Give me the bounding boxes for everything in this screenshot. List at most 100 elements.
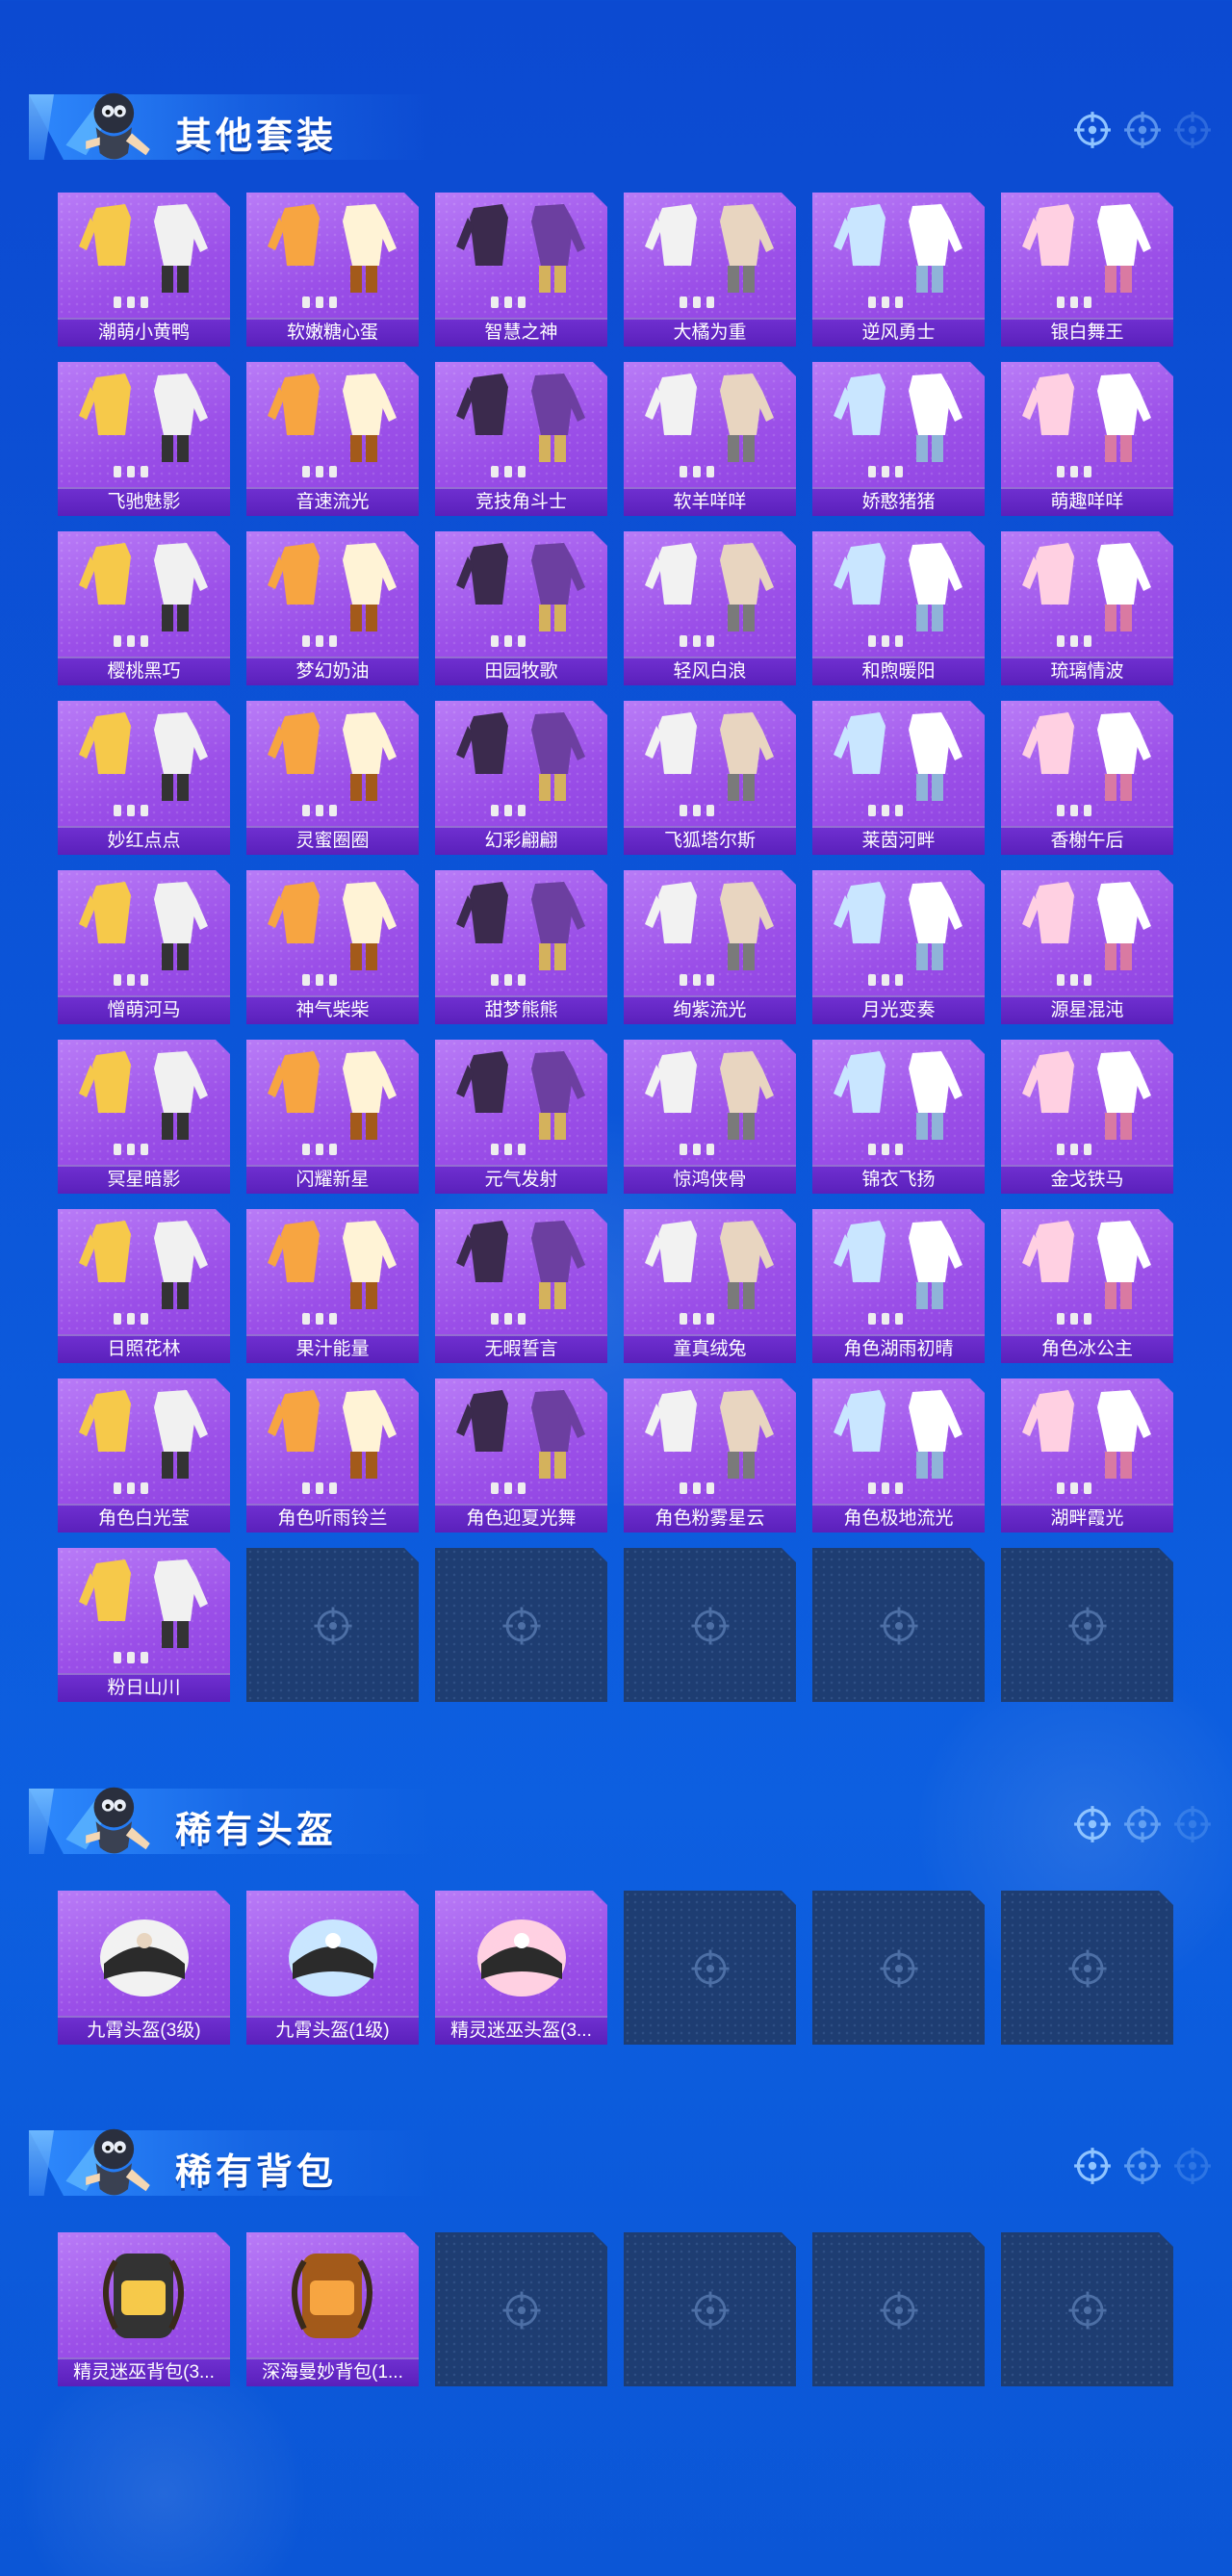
- fox-outfit-icon: [645, 712, 774, 816]
- item-card-label: 绚紫流光: [624, 995, 796, 1024]
- character-pink-nebula-icon: [645, 1390, 774, 1494]
- item-card-label: 金戈铁马: [1001, 1165, 1173, 1194]
- item-card[interactable]: 角色冰公主: [1001, 1209, 1173, 1363]
- item-card-label: 无暇誓言: [435, 1334, 607, 1363]
- item-card[interactable]: 娇憨猪猪: [812, 362, 985, 516]
- item-card[interactable]: 樱桃黑巧: [58, 531, 230, 685]
- empty-slot-crosshair-icon: [691, 2291, 730, 2330]
- item-card[interactable]: 轻风白浪: [624, 531, 796, 685]
- item-card[interactable]: 惊鸿侠骨: [624, 1040, 796, 1194]
- section-header: 其他套装: [0, 67, 1232, 173]
- character-lake-rain-icon: [834, 1221, 962, 1325]
- item-card-label: 轻风白浪: [624, 657, 796, 685]
- item-card[interactable]: 潮萌小黄鸭: [58, 193, 230, 347]
- empty-item-slot: [624, 2232, 796, 2386]
- item-card[interactable]: 童真绒兔: [624, 1209, 796, 1363]
- item-card[interactable]: 深海曼妙背包(1...: [246, 2232, 419, 2386]
- empty-slot-crosshair-icon: [880, 1949, 918, 1988]
- section-title: 其他套装: [175, 116, 338, 157]
- item-card[interactable]: 角色白光莹: [58, 1378, 230, 1533]
- cute-sheep-outfit-icon: [1022, 374, 1151, 477]
- item-card-label: 深海曼妙背包(1...: [246, 2357, 419, 2386]
- crosshair-icon: [1174, 112, 1211, 148]
- chaos-star-outfit-icon: [1022, 882, 1151, 986]
- item-card[interactable]: 逆风勇士: [812, 193, 985, 347]
- rhine-outfit-icon: [834, 712, 962, 816]
- item-card[interactable]: 湖畔霞光: [1001, 1378, 1173, 1533]
- item-card-label: 角色极地流光: [812, 1504, 985, 1533]
- crosshair-icon: [1124, 2148, 1161, 2184]
- item-card[interactable]: 角色迎夏光舞: [435, 1378, 607, 1533]
- item-card[interactable]: 粉日山川: [58, 1548, 230, 1702]
- item-card[interactable]: 元气发射: [435, 1040, 607, 1194]
- item-card-label: 甜梦熊熊: [435, 995, 607, 1024]
- item-card[interactable]: 神气柴柴: [246, 870, 419, 1024]
- oath-outfit-icon: [456, 1221, 585, 1325]
- item-card[interactable]: 软羊咩咩: [624, 362, 796, 516]
- item-card[interactable]: 精灵迷巫背包(3...: [58, 2232, 230, 2386]
- item-card[interactable]: 智慧之神: [435, 193, 607, 347]
- section-rare-helmets: 稀有头盔 九霄头盔(3级) 九霄头盔(1级) 精灵迷巫头盔(3...: [0, 1762, 1232, 2045]
- item-card[interactable]: 日照花林: [58, 1209, 230, 1363]
- item-card[interactable]: 大橘为重: [624, 193, 796, 347]
- item-card[interactable]: 九霄头盔(3级): [58, 1891, 230, 2045]
- item-card[interactable]: 果汁能量: [246, 1209, 419, 1363]
- item-card[interactable]: 精灵迷巫头盔(3...: [435, 1891, 607, 2045]
- orange-outfit-icon: [645, 204, 774, 308]
- item-card-label: 九霄头盔(3级): [58, 2016, 230, 2045]
- item-card[interactable]: 闪耀新星: [246, 1040, 419, 1194]
- item-card[interactable]: 角色听雨铃兰: [246, 1378, 419, 1533]
- item-card[interactable]: 梦幻奶油: [246, 531, 419, 685]
- hero-outfit-icon: [645, 1051, 774, 1155]
- item-card[interactable]: 角色湖雨初晴: [812, 1209, 985, 1363]
- item-card[interactable]: 音速流光: [246, 362, 419, 516]
- item-card[interactable]: 软嫩糖心蛋: [246, 193, 419, 347]
- item-card[interactable]: 琉璃情波: [1001, 531, 1173, 685]
- item-card[interactable]: 竞技角斗士: [435, 362, 607, 516]
- item-card[interactable]: 莱茵河畔: [812, 701, 985, 855]
- item-card[interactable]: 幻彩翩翩: [435, 701, 607, 855]
- item-card[interactable]: 锦衣飞扬: [812, 1040, 985, 1194]
- section-other-outfits: 其他套装 潮萌小黄鸭 软嫩糖心蛋 智慧之神 大橘为重 逆风勇士 银白舞王飞驰魅影 音速流光竞…: [0, 67, 1232, 1702]
- item-card[interactable]: 甜梦熊熊: [435, 870, 607, 1024]
- honey-outfit-icon: [268, 712, 397, 816]
- red-dots-outfit-icon: [79, 712, 208, 816]
- item-card[interactable]: 绚紫流光: [624, 870, 796, 1024]
- item-card-label: 香榭午后: [1001, 826, 1173, 855]
- item-card[interactable]: 角色粉雾星云: [624, 1378, 796, 1533]
- item-card[interactable]: 灵蜜圈圈: [246, 701, 419, 855]
- item-card[interactable]: 月光变奏: [812, 870, 985, 1024]
- item-card[interactable]: 银白舞王: [1001, 193, 1173, 347]
- empty-item-slot: [1001, 1548, 1173, 1702]
- item-card[interactable]: 源星混沌: [1001, 870, 1173, 1024]
- item-card[interactable]: 九霄头盔(1级): [246, 1891, 419, 2045]
- rainbow-outfit-icon: [456, 712, 585, 816]
- item-card[interactable]: 萌趣咩咩: [1001, 362, 1173, 516]
- item-card[interactable]: 飞驰魅影: [58, 362, 230, 516]
- item-card-label: 角色湖雨初晴: [812, 1334, 985, 1363]
- item-card[interactable]: 无暇誓言: [435, 1209, 607, 1363]
- empty-item-slot: [435, 2232, 607, 2386]
- purple-light-outfit-icon: [645, 882, 774, 986]
- item-card[interactable]: 角色极地流光: [812, 1378, 985, 1533]
- crosshair-icon: [1074, 112, 1111, 148]
- item-card[interactable]: 冥星暗影: [58, 1040, 230, 1194]
- item-card[interactable]: 妙红点点: [58, 701, 230, 855]
- item-card[interactable]: 飞狐塔尔斯: [624, 701, 796, 855]
- item-card[interactable]: 田园牧歌: [435, 531, 607, 685]
- empty-slot-crosshair-icon: [691, 1607, 730, 1645]
- item-card-label: 灵蜜圈圈: [246, 826, 419, 855]
- item-card[interactable]: 香榭午后: [1001, 701, 1173, 855]
- dark-star-outfit-icon: [79, 1051, 208, 1155]
- character-ice-princess-icon: [1022, 1221, 1151, 1325]
- pastoral-outfit-icon: [456, 543, 585, 647]
- mascot-soldier-icon: [65, 1787, 150, 1854]
- level1-helmet-icon: [289, 1919, 377, 1996]
- item-card-label: 月光变奏: [812, 995, 985, 1024]
- item-card[interactable]: 金戈铁马: [1001, 1040, 1173, 1194]
- item-card-label: 幻彩翩翩: [435, 826, 607, 855]
- item-card[interactable]: 憎萌河马: [58, 870, 230, 1024]
- item-card[interactable]: 和煦暖阳: [812, 531, 985, 685]
- crosshair-icon: [1124, 1806, 1161, 1842]
- mascot-soldier-icon: [65, 2128, 150, 2196]
